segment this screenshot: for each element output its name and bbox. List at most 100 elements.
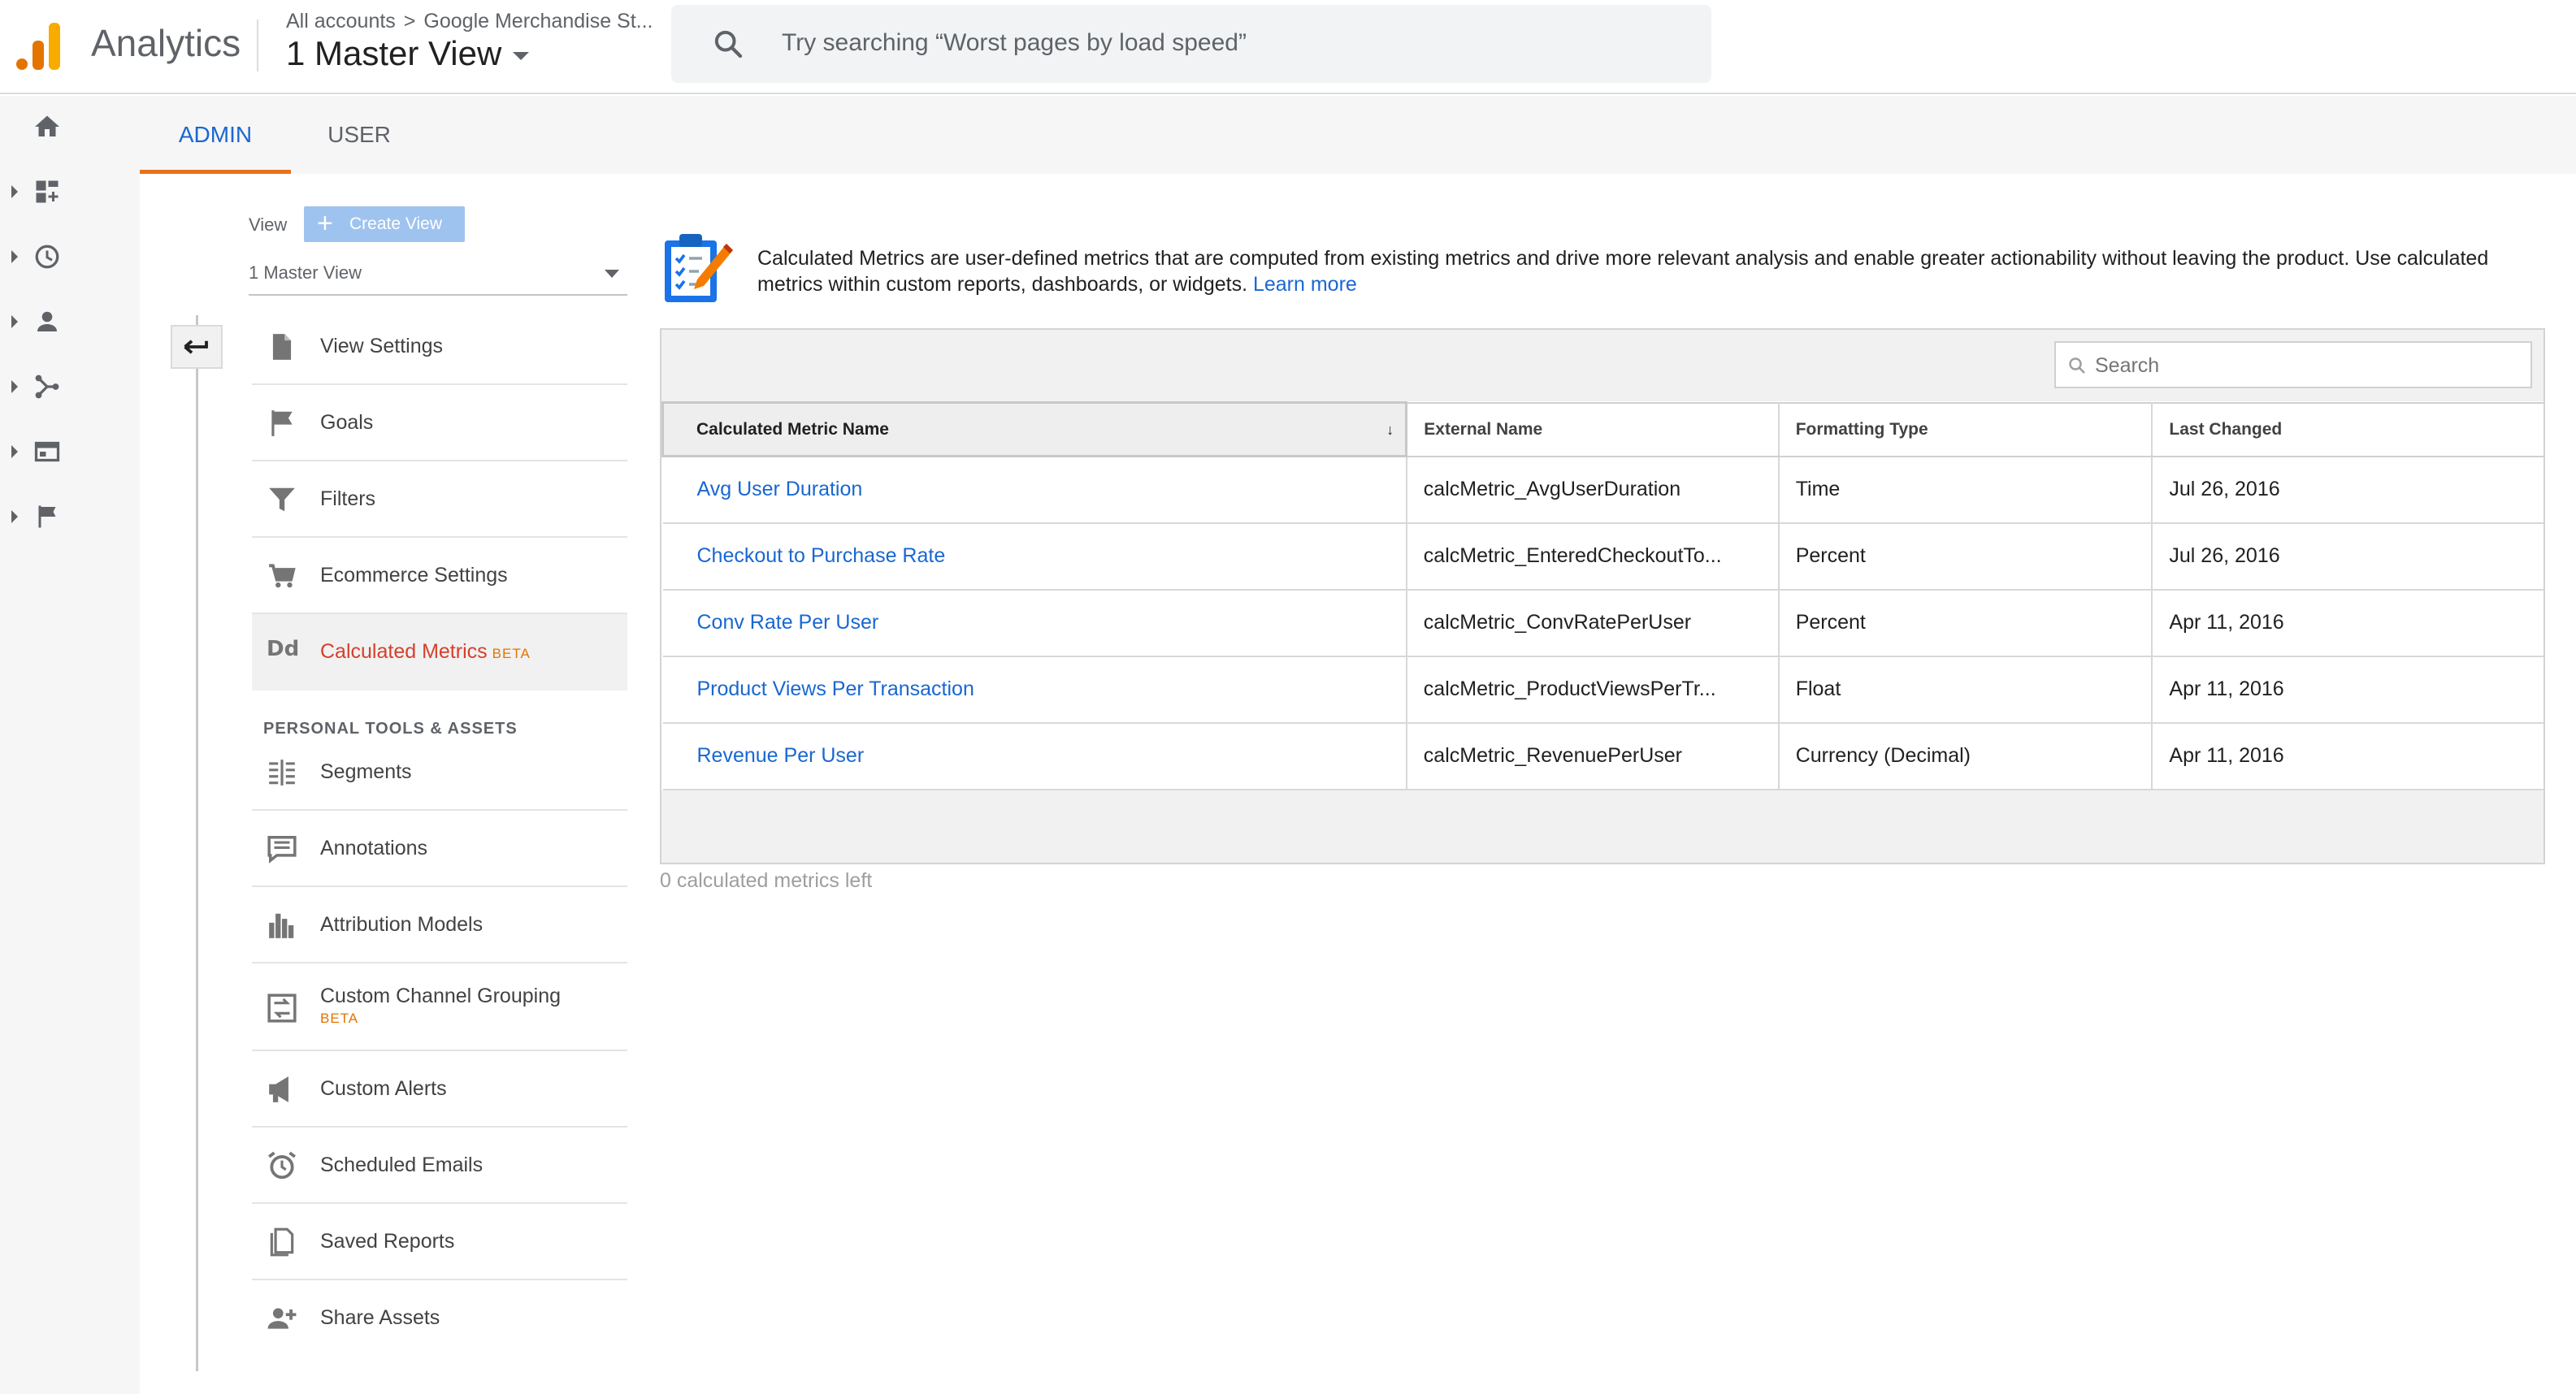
clipboard-pencil-icon (665, 234, 733, 302)
filter-icon (269, 487, 295, 512)
saved-reports-icon (270, 1227, 294, 1257)
column-header-formatting-type[interactable]: Formatting Type (1778, 401, 2153, 457)
nav-home[interactable] (0, 102, 140, 151)
nav-realtime[interactable] (0, 232, 140, 281)
table-search-input[interactable] (2095, 349, 2517, 382)
column-header-metric-name[interactable]: Calculated Metric Name ↓ (661, 401, 1408, 457)
breadcrumb-separator: > (403, 10, 416, 32)
last-changed-cell: Jul 26, 2016 (2152, 456, 2543, 524)
external-name-cell: calcMetric_ConvRatePerUser (1406, 589, 1780, 657)
nav-conversions[interactable] (0, 492, 140, 541)
menu-item-goals[interactable]: Goals (252, 385, 627, 461)
view-column-label: View (249, 214, 288, 235)
expand-arrow-icon (11, 250, 18, 263)
tab-admin[interactable]: ADMIN (140, 96, 291, 174)
menu-item-label: Saved Reports (320, 1230, 455, 1253)
formatting-type-cell: Time (1778, 456, 2153, 524)
menu-item-label: Segments (320, 760, 412, 783)
menu-item-label-text: Calculated Metrics (320, 640, 488, 663)
top-header: Analytics All accounts > Google Merchandis… (0, 0, 2576, 94)
menu-item-calculated-metrics[interactable]: Dd Calculated Metrics BETA (252, 614, 627, 691)
tab-user[interactable]: USER (310, 96, 408, 174)
breadcrumb-root[interactable]: All accounts (286, 10, 396, 32)
metric-name-link[interactable]: Product Views Per Transaction (662, 656, 1407, 724)
menu-item-custom-alerts[interactable]: Custom Alerts (252, 1051, 627, 1128)
menu-item-segments[interactable]: Segments (252, 734, 627, 811)
expand-arrow-icon (11, 445, 18, 458)
metric-name-link[interactable]: Checkout to Purchase Rate (662, 522, 1407, 591)
table-row: Product Views Per Transaction calcMetric… (662, 656, 2543, 724)
menu-item-annotations[interactable]: Annotations (252, 811, 627, 887)
formatting-type-cell: Percent (1778, 589, 2153, 657)
external-name-cell: calcMetric_RevenuePerUser (1406, 722, 1780, 790)
external-name-cell: calcMetric_ProductViewsPerTr... (1406, 656, 1780, 724)
formatting-type-cell: Float (1778, 656, 2153, 724)
table-search-box[interactable] (2054, 341, 2532, 388)
nav-behavior[interactable] (0, 427, 140, 476)
analytics-logo[interactable] (16, 21, 62, 70)
formatting-type-cell: Currency (Decimal) (1778, 722, 2153, 790)
global-search-placeholder: Try searching “Worst pages by load speed… (782, 29, 1247, 56)
expand-arrow-icon (11, 315, 18, 328)
admin-tabs: ADMIN USER (140, 96, 2576, 174)
nav-customization[interactable] (0, 167, 140, 216)
menu-item-filters[interactable]: Filters (252, 461, 627, 538)
view-dropdown[interactable]: 1 Master View (249, 257, 627, 296)
last-changed-cell: Apr 11, 2016 (2152, 722, 2543, 790)
alarm-clock-icon (268, 1151, 296, 1180)
expand-arrow-icon (11, 185, 18, 198)
flag-icon (271, 410, 293, 436)
menu-item-ecommerce-settings[interactable]: Ecommerce Settings (252, 538, 627, 614)
expand-arrow-icon (11, 380, 18, 393)
create-view-label: Create View (349, 214, 443, 233)
search-icon (2069, 357, 2085, 374)
menu-item-label: Custom Channel Grouping (320, 985, 561, 1007)
menu-item-scheduled-emails[interactable]: Scheduled Emails (252, 1128, 627, 1204)
menu-item-share-assets[interactable]: Share Assets (252, 1280, 627, 1357)
menu-item-saved-reports[interactable]: Saved Reports (252, 1204, 627, 1280)
column-header-label: Calculated Metric Name (696, 419, 889, 439)
menu-item-label: Annotations (320, 837, 428, 859)
calculated-metrics-table: Calculated Metric Name ↓ External Name Fo… (661, 401, 2543, 790)
document-icon (272, 334, 292, 360)
metrics-remaining-note: 0 calculated metrics left (660, 869, 873, 892)
menu-item-view-settings[interactable]: View Settings (252, 309, 627, 385)
menu-item-attribution-models[interactable]: Attribution Models (252, 887, 627, 963)
menu-item-custom-channel-grouping[interactable]: Custom Channel Grouping BETA (252, 963, 627, 1051)
behavior-icon (34, 441, 60, 462)
add-person-icon (267, 1308, 297, 1329)
description-text: Calculated Metrics are user-defined metr… (757, 247, 2489, 296)
menu-item-label: Ecommerce Settings (320, 564, 508, 587)
global-search-bar[interactable]: Try searching “Worst pages by load speed… (671, 5, 1711, 83)
metric-name-link[interactable]: Revenue Per User (662, 722, 1407, 790)
external-name-cell: calcMetric_AvgUserDuration (1406, 456, 1780, 524)
menu-item-label: Attribution Models (320, 913, 484, 936)
last-changed-cell: Apr 11, 2016 (2152, 656, 2543, 724)
view-selector[interactable]: 1 Master View (286, 34, 530, 73)
breadcrumb-account[interactable]: Google Merchandise St... (423, 10, 653, 32)
menu-item-label: Scheduled Emails (320, 1154, 484, 1176)
acquisition-icon (35, 374, 59, 399)
column-header-external-name[interactable]: External Name (1406, 401, 1780, 457)
megaphone-icon (269, 1076, 288, 1102)
learn-more-link[interactable]: Learn more (1253, 273, 1357, 296)
back-button[interactable] (171, 325, 223, 369)
metric-name-link[interactable]: Avg User Duration (662, 456, 1407, 524)
beta-badge: BETA (492, 646, 531, 661)
breadcrumb[interactable]: All accounts > Google Merchandise St... (286, 10, 653, 33)
dashboard-icon (36, 180, 59, 203)
column-header-last-changed[interactable]: Last Changed (2152, 401, 2543, 457)
annotation-icon (267, 836, 297, 864)
nav-acquisition[interactable] (0, 362, 140, 411)
column-divider-line (196, 315, 198, 1371)
clock-icon (35, 245, 59, 269)
plus-icon: + (317, 208, 333, 239)
create-view-button[interactable]: + Create View (304, 206, 465, 242)
menu-item-label: Calculated Metrics BETA (320, 640, 531, 664)
nav-audience[interactable] (0, 297, 140, 346)
metric-name-link[interactable]: Conv Rate Per User (662, 589, 1407, 657)
menu-item-label: View Settings (320, 335, 444, 357)
home-icon (35, 115, 59, 136)
last-changed-cell: Apr 11, 2016 (2152, 589, 2543, 657)
bar-chart-icon (269, 913, 294, 938)
